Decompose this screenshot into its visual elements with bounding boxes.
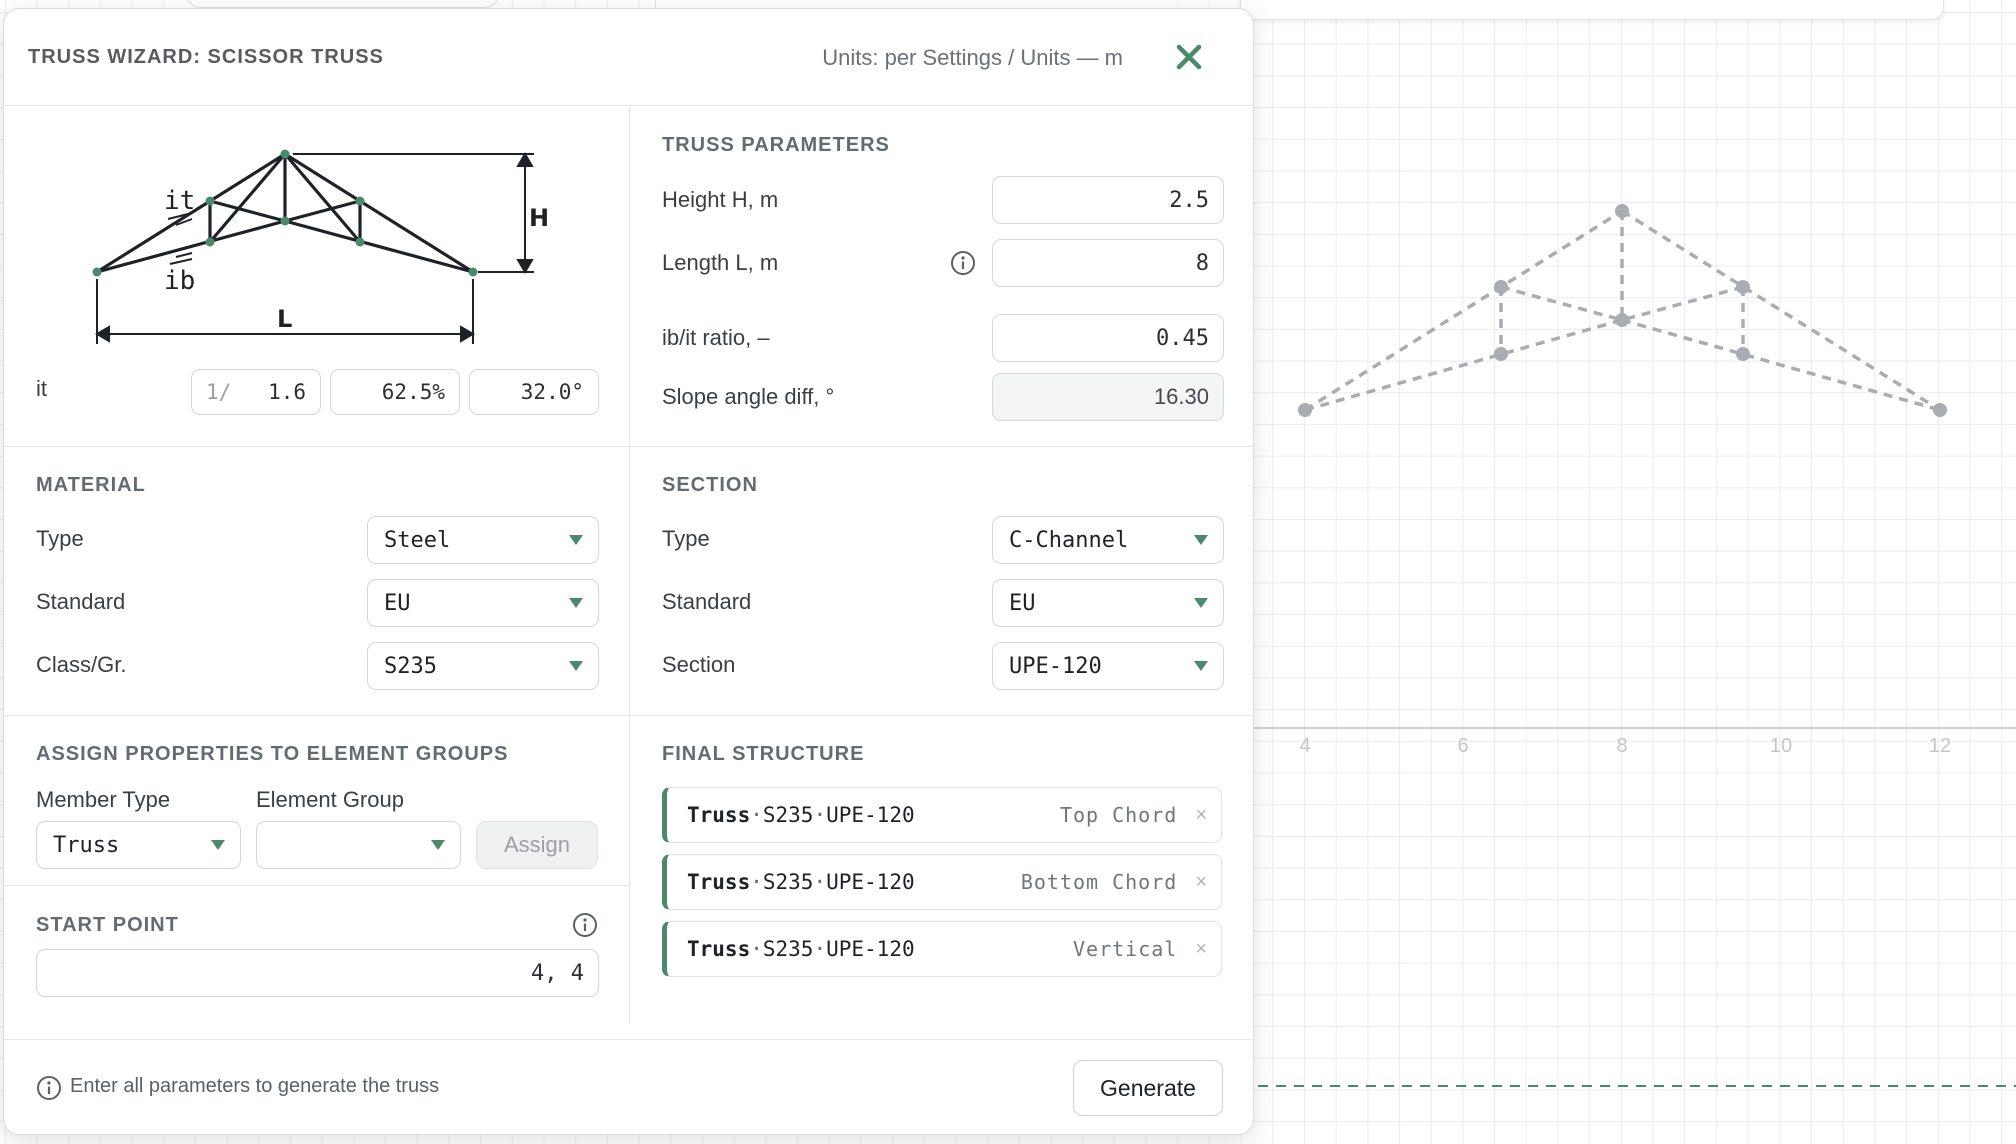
chevron-down-icon bbox=[1194, 535, 1208, 545]
section-type-label: Type bbox=[662, 526, 710, 551]
hint-info-icon bbox=[37, 1076, 61, 1100]
material-standard-select[interactable]: EU bbox=[367, 579, 599, 627]
units-label: Units: per Settings / Units — m bbox=[822, 45, 1123, 70]
section-standard-select[interactable]: EU bbox=[992, 579, 1224, 627]
element-group-label: Element Group bbox=[256, 787, 404, 812]
final-structure-title: FINAL STRUCTURE bbox=[662, 743, 865, 765]
section-type-value: C-Channel bbox=[1009, 527, 1129, 553]
height-input[interactable]: 2.5 bbox=[992, 176, 1224, 224]
remove-row-button[interactable]: × bbox=[1195, 871, 1207, 894]
slope-angle-input[interactable]: 32.0° bbox=[469, 369, 599, 415]
dialog-footer: Enter all parameters to generate the tru… bbox=[4, 1039, 1253, 1134]
slope-ratio-prefix: 1/ bbox=[206, 380, 232, 404]
slope-diff-label: Slope angle diff, ° bbox=[662, 384, 835, 409]
start-point-info-icon[interactable] bbox=[572, 912, 598, 938]
footer-hint: Enter all parameters to generate the tru… bbox=[70, 1075, 440, 1097]
diagram-label-ib: ib bbox=[164, 266, 195, 296]
generate-button[interactable]: Generate bbox=[1073, 1060, 1223, 1116]
member-type-badge: Top Chord bbox=[1059, 803, 1178, 827]
member-type-label: Member Type bbox=[36, 787, 171, 812]
material-class-select[interactable]: S235 bbox=[367, 642, 599, 690]
slope-diff-value: 16.30 bbox=[992, 373, 1224, 421]
row-divider bbox=[4, 446, 1253, 447]
axis-tick-label: 10 bbox=[1770, 735, 1792, 757]
material-title: MATERIAL bbox=[36, 474, 146, 496]
diagram-label-it: it bbox=[164, 186, 195, 216]
material-standard-label: Standard bbox=[36, 589, 126, 614]
chevron-down-icon bbox=[211, 840, 225, 850]
close-icon bbox=[1176, 44, 1202, 70]
row-divider bbox=[4, 715, 1253, 716]
diagram-label-l: L bbox=[277, 305, 292, 333]
height-label: Height H, m bbox=[662, 187, 779, 212]
row-divider bbox=[4, 885, 629, 886]
material-type-label: Type bbox=[36, 526, 84, 551]
chevron-down-icon bbox=[569, 598, 583, 608]
structure-row-main: Truss·S235·UPE-120 bbox=[687, 870, 915, 894]
axis-tick-label: 6 bbox=[1457, 735, 1468, 757]
column-divider bbox=[629, 106, 630, 1024]
scissor-truss-diagram: it ib H L bbox=[92, 149, 549, 344]
assign-title: ASSIGN PROPERTIES TO ELEMENT GROUPS bbox=[36, 743, 509, 765]
chevron-down-icon bbox=[1194, 661, 1208, 671]
dialog-header: TRUSS WIZARD: SCISSOR TRUSS Units: per S… bbox=[4, 9, 1253, 106]
structure-row-main: Truss·S235·UPE-120 bbox=[687, 937, 915, 961]
start-point-input[interactable]: 4, 4 bbox=[36, 949, 599, 997]
truss-wizard-dialog: TRUSS WIZARD: SCISSOR TRUSS Units: per S… bbox=[3, 8, 1254, 1135]
close-button[interactable] bbox=[1169, 37, 1209, 77]
element-group-select[interactable] bbox=[256, 821, 461, 869]
section-value: UPE-120 bbox=[1009, 653, 1102, 679]
chevron-down-icon bbox=[569, 661, 583, 671]
slope-ratio-input[interactable]: 1/ 1.6 bbox=[191, 369, 321, 415]
axis-tick-label: 8 bbox=[1616, 735, 1627, 757]
section-standard-value: EU bbox=[1009, 590, 1036, 616]
member-type-badge: Vertical bbox=[1072, 937, 1178, 961]
structure-row-main: Truss·S235·UPE-120 bbox=[687, 803, 915, 827]
axis-tick-label: 4 bbox=[1299, 735, 1310, 757]
length-label: Length L, m bbox=[662, 250, 779, 275]
chevron-down-icon bbox=[1194, 598, 1208, 608]
ratio-label: ib/it ratio, – bbox=[662, 325, 770, 350]
final-structure-row: Truss·S235·UPE-120 Bottom Chord × bbox=[662, 854, 1222, 910]
material-class-value: S235 bbox=[384, 653, 437, 679]
section-label: Section bbox=[662, 652, 736, 677]
preview-truss-members bbox=[1304, 209, 1941, 412]
member-type-select[interactable]: Truss bbox=[36, 821, 241, 869]
member-type-value: Truss bbox=[53, 832, 120, 858]
chevron-down-icon bbox=[569, 535, 583, 545]
chevron-down-icon bbox=[431, 840, 445, 850]
material-type-select[interactable]: Steel bbox=[367, 516, 599, 564]
section-select[interactable]: UPE-120 bbox=[992, 642, 1224, 690]
member-type-badge: Bottom Chord bbox=[1020, 870, 1178, 894]
final-structure-row: Truss·S235·UPE-120 Vertical × bbox=[662, 921, 1222, 977]
diagram-label-h: H bbox=[529, 204, 549, 232]
final-structure-row: Truss·S235·UPE-120 Top Chord × bbox=[662, 787, 1222, 843]
axis-tick-label: 12 bbox=[1929, 735, 1951, 757]
truss-parameters-title: TRUSS PARAMETERS bbox=[662, 134, 890, 156]
slope-ratio-value: 1.6 bbox=[268, 380, 306, 404]
remove-row-button[interactable]: × bbox=[1195, 804, 1207, 827]
start-point-title: START POINT bbox=[36, 914, 179, 936]
material-type-value: Steel bbox=[384, 527, 451, 553]
dialog-title: TRUSS WIZARD: SCISSOR TRUSS bbox=[28, 46, 384, 68]
slope-label: it bbox=[36, 376, 47, 401]
length-input[interactable]: 8 bbox=[992, 239, 1224, 287]
material-standard-value: EU bbox=[384, 590, 411, 616]
section-type-select[interactable]: C-Channel bbox=[992, 516, 1224, 564]
section-standard-label: Standard bbox=[662, 589, 752, 614]
length-info-icon[interactable] bbox=[950, 250, 976, 276]
ratio-input[interactable]: 0.45 bbox=[992, 314, 1224, 362]
section-title: SECTION bbox=[662, 474, 758, 496]
material-class-label: Class/Gr. bbox=[36, 652, 127, 677]
slope-percent-input[interactable]: 62.5% bbox=[330, 369, 460, 415]
assign-button[interactable]: Assign bbox=[476, 821, 598, 869]
remove-row-button[interactable]: × bbox=[1195, 938, 1207, 961]
